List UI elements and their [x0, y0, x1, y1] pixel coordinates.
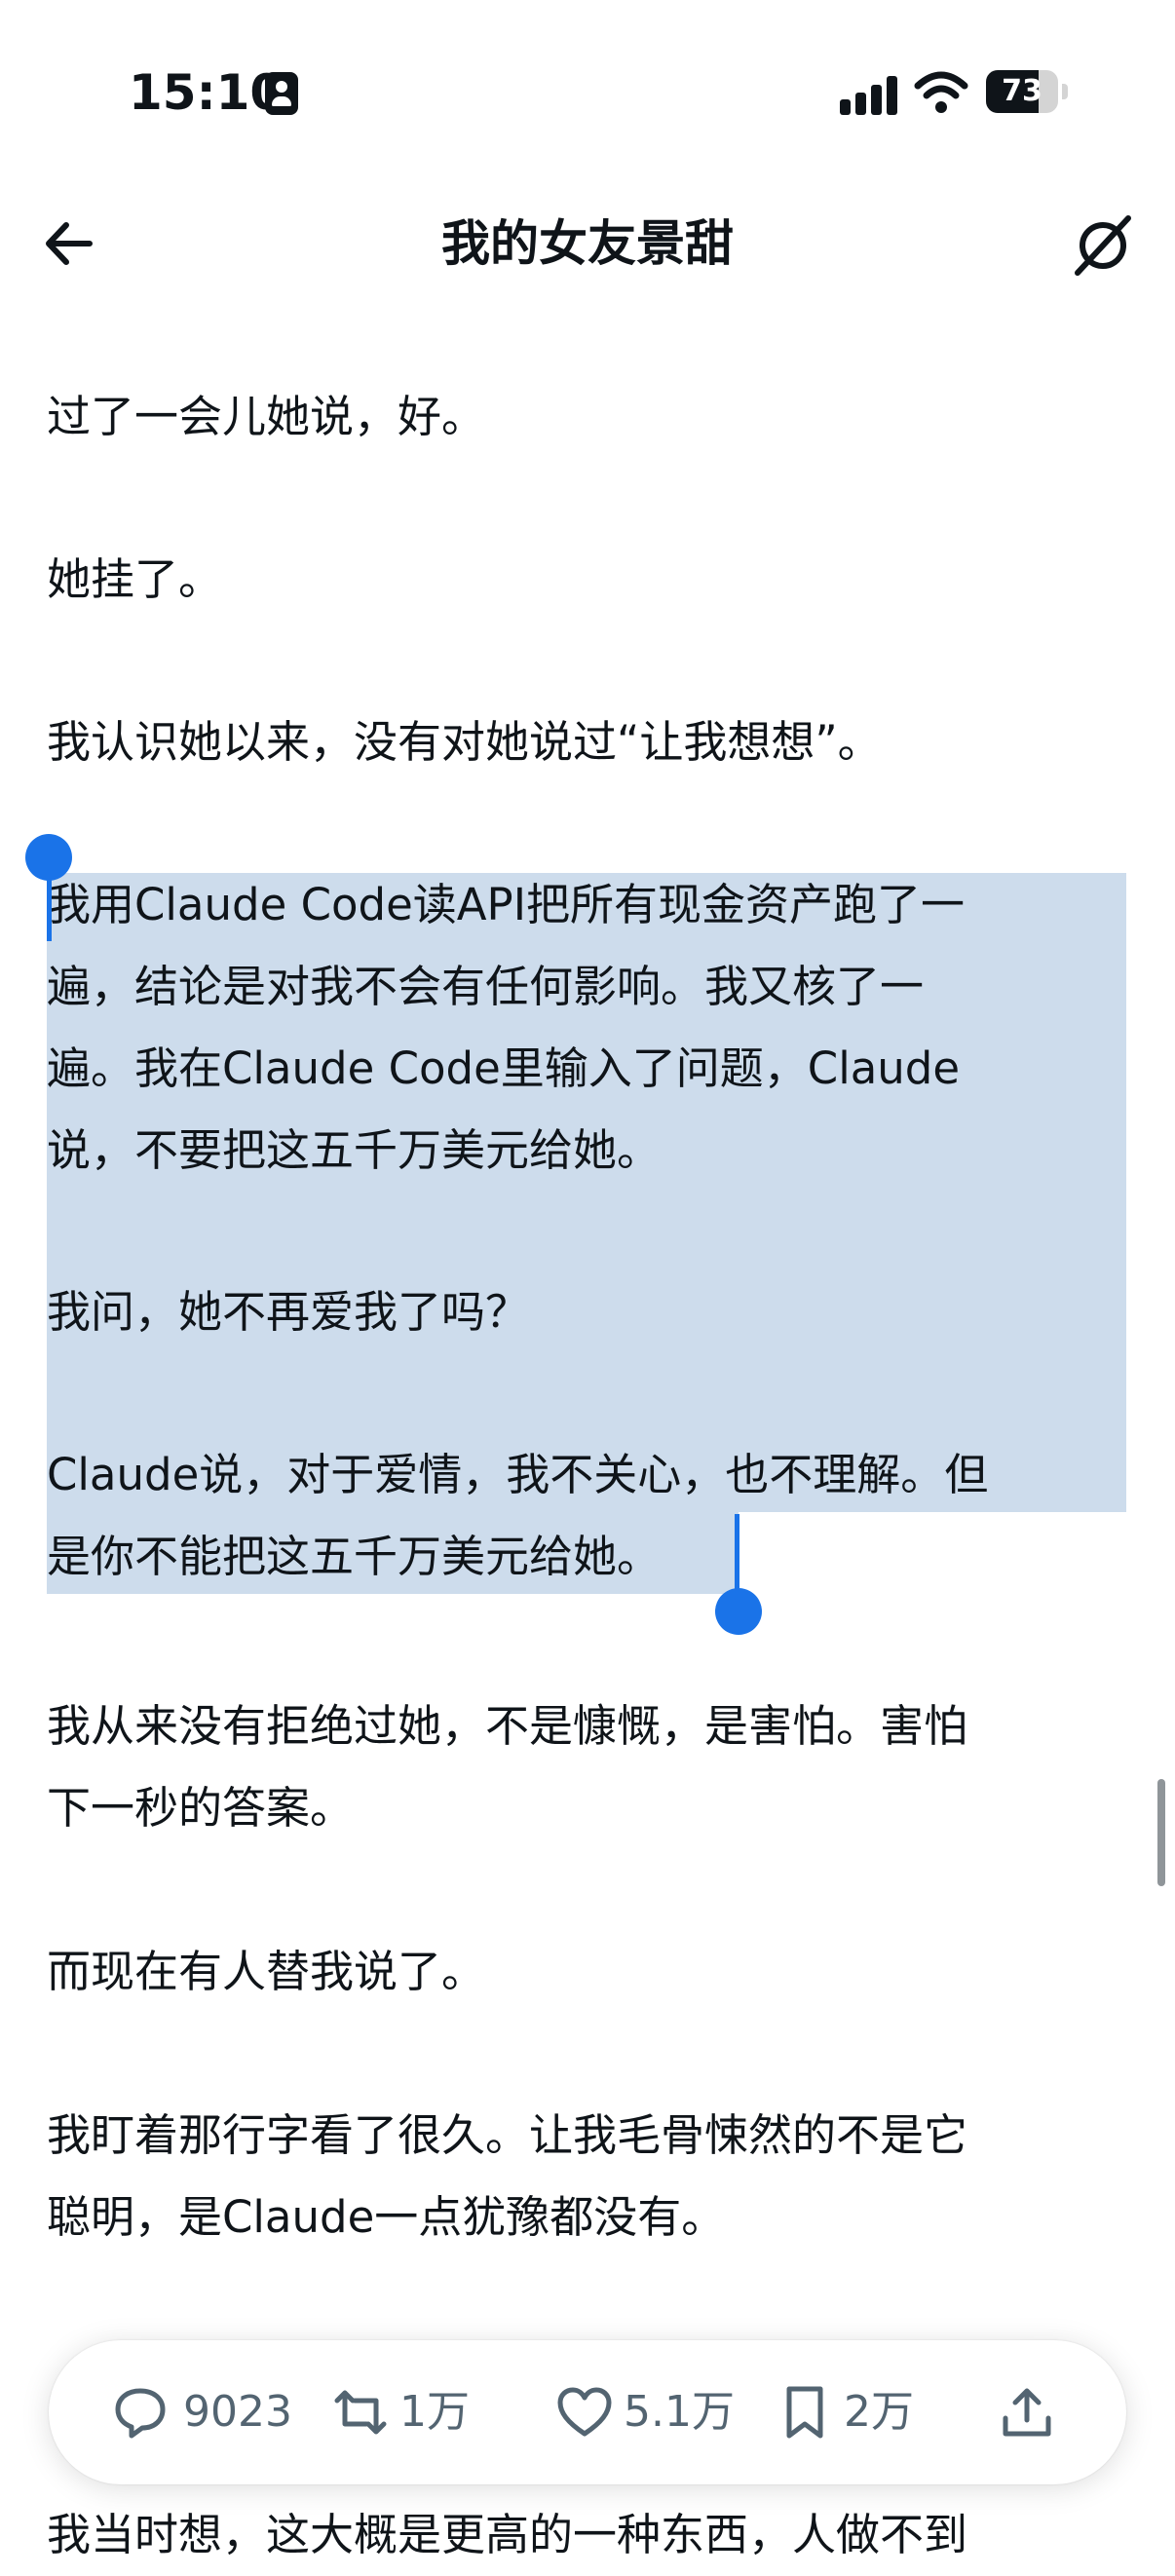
article-paragraph[interactable]: 我问，她不再爱我了吗？ — [47, 1271, 1128, 1353]
share-button[interactable] — [998, 2340, 1060, 2484]
article-paragraph: 过了一会儿她说，好。 — [47, 391, 486, 442]
scrollbar-thumb[interactable] — [1157, 1779, 1165, 1886]
repost-button[interactable]: 1万 — [331, 2340, 497, 2484]
selection-end-handle[interactable] — [715, 1588, 762, 1635]
selection-start-handle[interactable] — [25, 834, 72, 881]
bookmark-button[interactable]: 2万 — [776, 2340, 931, 2484]
article-paragraph: 我盯着那行字看了很久。让我毛骨悚然的不是它 聪明，是Claude一点犹豫都没有。 — [47, 2109, 968, 2243]
article-paragraph: 我当时想，这大概是更高的一种东西，人做不到 — [47, 2509, 968, 2560]
article-paragraph[interactable]: Claude说，对于爱情，我不关心，也不理解。但 是你不能把这五千万美元给她。 — [47, 1434, 1128, 1598]
article-body: 过了一会儿她说，好。 她挂了。 我认识她以来，没有对她说过“让我想想”。 我用C… — [0, 0, 1175, 2560]
article-paragraph: 我认识她以来，没有对她说过“让我想想”。 — [47, 716, 882, 768]
bookmark-icon — [786, 2386, 823, 2439]
reply-button[interactable]: 9023 — [111, 2340, 306, 2484]
article-paragraph: 我从来没有拒绝过她，不是慷慨，是害怕。害怕 下一秒的答案。 — [47, 1700, 968, 1834]
reply-count: 9023 — [183, 2387, 292, 2437]
article-paragraph: 她挂了。 — [47, 553, 223, 605]
repost-icon — [334, 2390, 387, 2435]
article-paragraph: 而现在有人替我说了。 — [47, 1946, 486, 1997]
like-icon — [557, 2387, 612, 2437]
like-count: 5.1万 — [624, 2387, 735, 2437]
repost-count: 1万 — [399, 2387, 470, 2437]
share-icon — [1003, 2388, 1051, 2437]
post-action-bar: 9023 1万 5.1万 2万 — [49, 2340, 1126, 2484]
reply-icon — [115, 2388, 166, 2439]
article-paragraph[interactable]: 我用Claude Code读API把所有现金资产跑了一 遍，结论是对我不会有任何… — [47, 864, 1128, 1192]
bookmark-count: 2万 — [844, 2387, 914, 2437]
like-button[interactable]: 5.1万 — [555, 2340, 750, 2484]
